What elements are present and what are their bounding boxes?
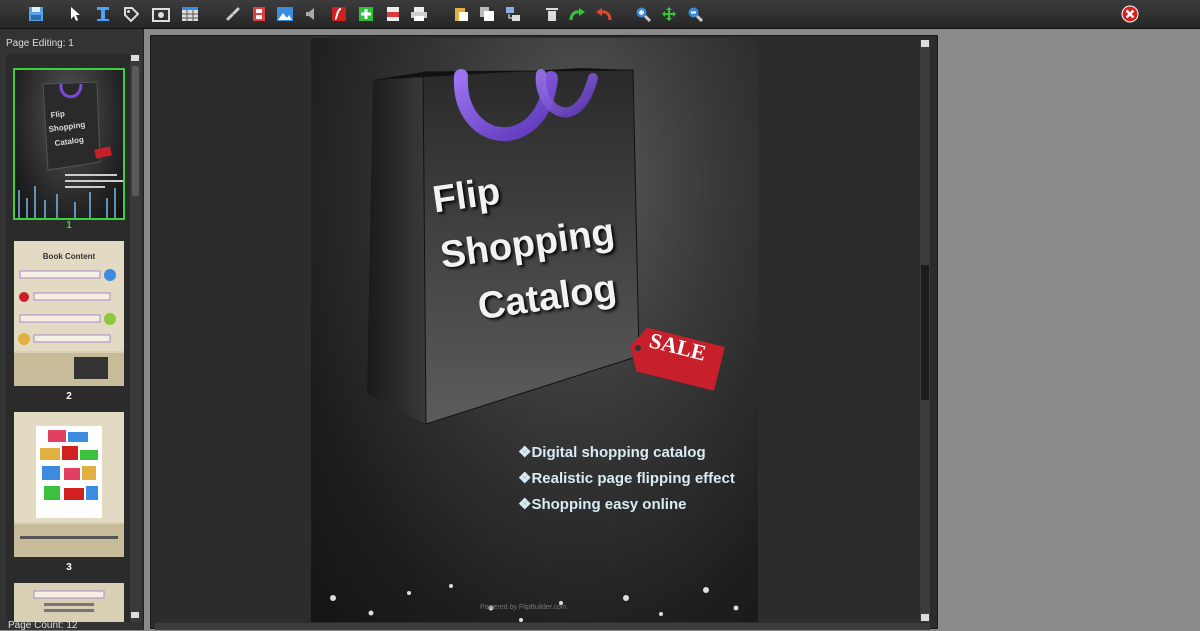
audio-icon[interactable]: [302, 5, 320, 23]
page-count-label: Page Count: 12: [8, 620, 78, 631]
page-number-1: 1: [66, 220, 72, 231]
add-page-icon[interactable]: [357, 5, 375, 23]
copy-icon[interactable]: [478, 5, 496, 23]
editor-scrollbar[interactable]: [920, 40, 930, 622]
close-icon[interactable]: [1121, 5, 1139, 23]
redo-icon[interactable]: [568, 5, 586, 23]
diamond-bullet-icon: ❖: [518, 496, 532, 513]
zoom-out-icon[interactable]: [686, 5, 704, 23]
undo-icon[interactable]: [595, 5, 613, 23]
catalog-page[interactable]: Flip Shopping Catalog SALE: [311, 38, 758, 622]
scroll-down-arrow[interactable]: [131, 612, 139, 618]
print-icon[interactable]: [410, 5, 428, 23]
page-number-3: 3: [66, 562, 72, 573]
thumbnail-page-1[interactable]: Flip Shopping Catalog: [13, 68, 125, 220]
link-icon[interactable]: [224, 5, 242, 23]
editor-scroll-down-arrow[interactable]: [921, 614, 929, 621]
scrollbar-thumb[interactable]: [132, 66, 139, 196]
feature-item: ❖Realistic page flipping effect: [518, 470, 735, 487]
editor-horizontal-scrollbar[interactable]: [155, 623, 930, 630]
table-icon[interactable]: [181, 5, 199, 23]
pdf-icon[interactable]: [384, 5, 402, 23]
editor-scroll-up-arrow[interactable]: [921, 40, 929, 47]
thumbnail-scrollbar[interactable]: [130, 54, 141, 622]
feature-item: ❖Shopping easy online: [518, 496, 687, 513]
editor-scrollbar-thumb[interactable]: [921, 265, 929, 400]
page-editing-label: Page Editing: 1: [6, 38, 74, 49]
save-icon[interactable]: [27, 5, 45, 23]
tag-icon[interactable]: [122, 5, 140, 23]
zoom-in-icon[interactable]: [634, 5, 652, 23]
select-pointer-icon[interactable]: [66, 5, 84, 23]
page-number-2: 2: [66, 391, 72, 402]
thumbnail-page-4[interactable]: [14, 583, 124, 622]
feature-list: ❖Digital shopping catalog ❖Realistic pag…: [518, 440, 735, 518]
paste-icon[interactable]: [452, 5, 470, 23]
flash-icon[interactable]: [330, 5, 348, 23]
page-footer: Powered by FlipBuilder.com: [480, 604, 567, 611]
thumbnail-1-preview: Flip Shopping Catalog: [18, 81, 123, 218]
diamond-bullet-icon: ❖: [518, 444, 532, 461]
thumbnail-2-title: Book Content: [43, 252, 96, 261]
snapshot-icon[interactable]: [152, 5, 170, 23]
image-icon[interactable]: [276, 5, 294, 23]
arrange-icon[interactable]: [504, 5, 522, 23]
text-tool-icon[interactable]: [94, 5, 112, 23]
page-artwork: [318, 68, 750, 622]
diamond-bullet-icon: ❖: [518, 470, 532, 487]
thumbnail-2-preview: Book Content: [14, 241, 124, 386]
feature-item: ❖Digital shopping catalog: [518, 444, 706, 461]
thumbnail-page-2[interactable]: Book Content: [14, 241, 124, 386]
video-icon[interactable]: [250, 5, 268, 23]
delete-icon[interactable]: [543, 5, 561, 23]
thumbnail-4-preview: [33, 590, 105, 612]
thumbnail-page-3[interactable]: [14, 412, 124, 557]
thumbnail-3-preview: [14, 412, 124, 557]
fit-icon[interactable]: [660, 5, 678, 23]
toolbar: [0, 0, 1200, 29]
scroll-up-arrow[interactable]: [131, 55, 139, 61]
empty-workspace: [938, 29, 1200, 630]
